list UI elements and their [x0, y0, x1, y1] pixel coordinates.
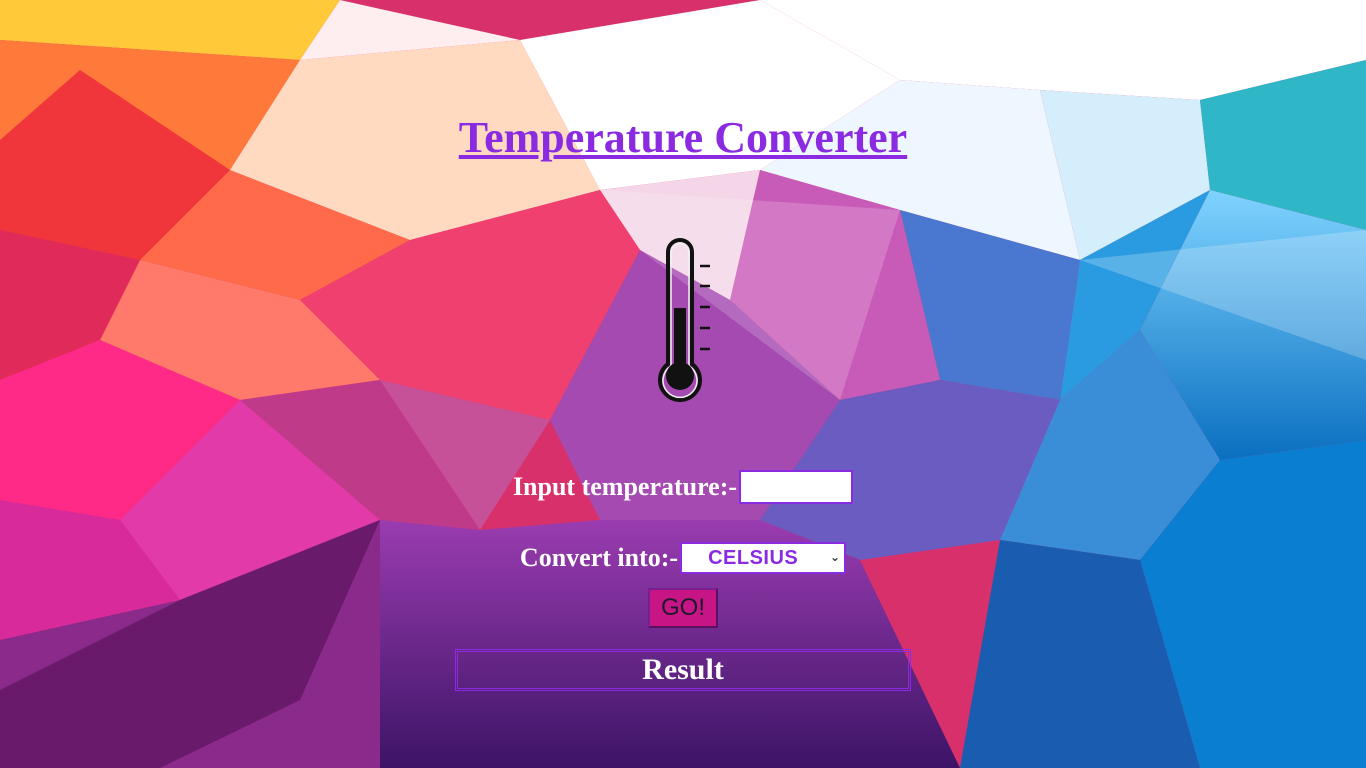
go-button[interactable]: GO!: [648, 588, 718, 628]
input-temperature-label: Input temperature:-: [512, 472, 738, 501]
thermometer-icon: [658, 238, 710, 402]
input-row: Input temperature:-: [0, 470, 1366, 504]
temperature-input[interactable]: [739, 470, 854, 504]
result-output: Result: [455, 649, 911, 691]
convert-row: Convert into:- CELSIUS ⌄: [0, 542, 1366, 574]
unit-select-value: CELSIUS: [708, 547, 799, 569]
convert-into-label: Convert into:-: [519, 543, 679, 572]
unit-select[interactable]: CELSIUS ⌄: [680, 542, 847, 574]
page-title: Temperature Converter: [458, 113, 908, 162]
chevron-down-icon: ⌄: [830, 550, 841, 564]
